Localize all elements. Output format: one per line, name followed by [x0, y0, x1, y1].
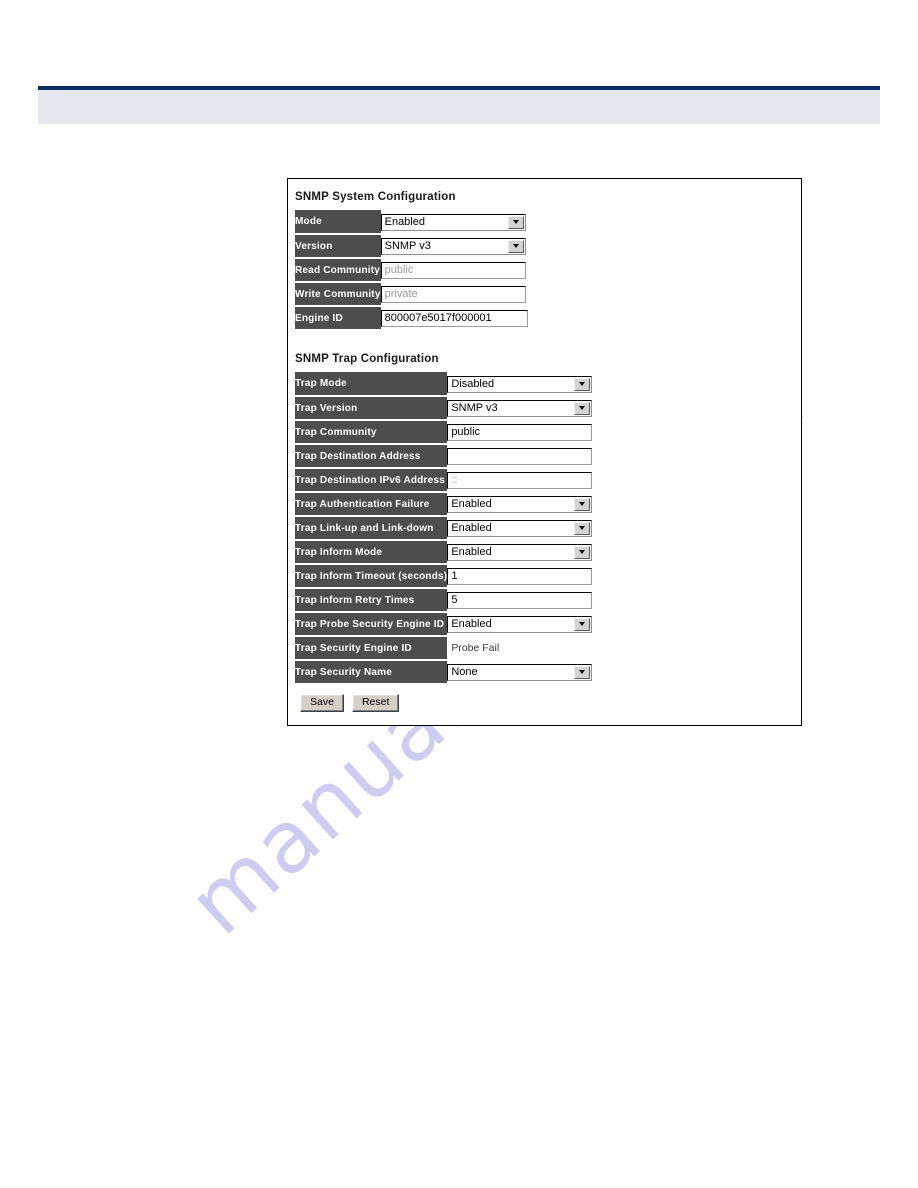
- config-row: Version SNMP v3: [295, 234, 528, 259]
- row-label-trap-destination-address: Trap Destination Address: [295, 444, 448, 469]
- row-label-trap-inform-timeout-seconds: Trap Inform Timeout (seconds): [295, 564, 448, 589]
- row-label-mode: Mode: [295, 210, 381, 235]
- row-field-cell: SNMP v3: [380, 234, 528, 258]
- config-row: Trap Inform Retry Times 5: [295, 588, 593, 613]
- config-row: Trap Probe Security Engine ID Enabled: [295, 612, 593, 637]
- input-trap-inform-retry-times[interactable]: 5: [447, 591, 593, 609]
- row-label-trap-link-up-and-link-down: Trap Link-up and Link-down: [295, 516, 448, 541]
- row-field-cell: public: [380, 258, 528, 282]
- config-row: Trap Authentication Failure Enabled: [295, 492, 593, 517]
- select-trap-version[interactable]: SNMP v3: [447, 399, 593, 417]
- chevron-down-icon[interactable]: [507, 239, 524, 253]
- chevron-down-icon[interactable]: [574, 617, 591, 631]
- row-field-cell: 5: [447, 588, 593, 612]
- input-read-community[interactable]: public: [380, 261, 526, 279]
- config-row: Read Community public: [295, 258, 528, 283]
- row-field-cell: Disabled: [447, 372, 593, 396]
- input-trap-destination-address[interactable]: [447, 447, 593, 465]
- row-field-cell: private: [380, 282, 528, 306]
- row-field-cell: ::: [447, 468, 593, 492]
- config-row: Trap Mode Disabled: [295, 372, 593, 397]
- row-label-trap-probe-security-engine-id: Trap Probe Security Engine ID: [295, 612, 448, 637]
- input-engine-id[interactable]: 800007e5017f000001: [380, 309, 528, 327]
- select-trap-link-up-and-link-down[interactable]: Enabled: [447, 519, 593, 537]
- select-value: Disabled: [451, 378, 495, 390]
- chevron-down-icon[interactable]: [574, 521, 591, 535]
- row-field-cell: Enabled: [380, 210, 528, 234]
- select-value: Enabled: [451, 522, 492, 534]
- row-label-trap-version: Trap Version: [295, 396, 448, 421]
- row-field-cell: Probe Fail: [447, 636, 592, 660]
- row-field-cell: Enabled: [447, 516, 593, 540]
- row-field-cell: 800007e5017f000001: [380, 306, 528, 330]
- row-field-cell: 1: [447, 564, 593, 588]
- config-row: Trap Inform Timeout (seconds) 1: [295, 564, 593, 589]
- config-row: Trap Community public: [295, 420, 593, 445]
- chevron-down-icon[interactable]: [574, 497, 591, 511]
- config-row: Trap Security Name None: [295, 660, 593, 685]
- select-value: Enabled: [384, 216, 425, 228]
- config-row: Write Community private: [295, 282, 528, 307]
- select-mode[interactable]: Enabled: [380, 213, 526, 231]
- chevron-down-icon[interactable]: [574, 665, 591, 679]
- select-trap-authentication-failure[interactable]: Enabled: [447, 495, 593, 513]
- select-value: Enabled: [451, 498, 492, 510]
- row-field-cell: SNMP v3: [447, 396, 593, 420]
- config-row: Trap Security Engine ID Probe Fail: [295, 636, 592, 661]
- select-version[interactable]: SNMP v3: [380, 237, 526, 255]
- snmp-system-configuration-title: SNMP System Configuration: [295, 191, 456, 203]
- select-value: SNMP v3: [384, 240, 431, 252]
- config-row: Trap Link-up and Link-down Enabled: [295, 516, 593, 541]
- select-trap-security-name[interactable]: None: [447, 663, 593, 681]
- select-trap-inform-mode[interactable]: Enabled: [447, 543, 593, 561]
- snmp-trap-configuration-title: SNMP Trap Configuration: [295, 353, 439, 365]
- reset-button[interactable]: Reset: [351, 694, 400, 712]
- snmp-configuration-screenshot: SNMP System Configuration Mode Enabled Ver…: [287, 178, 802, 726]
- input-trap-inform-timeout-seconds[interactable]: 1: [447, 567, 593, 585]
- row-label-trap-security-engine-id: Trap Security Engine ID: [295, 636, 448, 661]
- row-field-cell: [447, 444, 593, 468]
- row-field-cell: Enabled: [447, 492, 593, 516]
- row-label-trap-security-name: Trap Security Name: [295, 660, 448, 685]
- chevron-down-icon[interactable]: [574, 545, 591, 559]
- config-row: Engine ID 800007e5017f000001: [295, 306, 528, 331]
- input-trap-destination-ipv6-address[interactable]: ::: [447, 471, 593, 489]
- input-write-community[interactable]: private: [380, 285, 526, 303]
- config-row: Trap Destination IPv6 Address::: [295, 468, 593, 493]
- row-label-write-community: Write Community: [295, 282, 381, 307]
- snmp-system-configuration-table: Mode Enabled Version SNMP v3 Read Community p…: [295, 210, 528, 331]
- row-label-trap-community: Trap Community: [295, 420, 448, 445]
- select-value: SNMP v3: [451, 402, 498, 414]
- row-field-cell: Enabled: [447, 612, 593, 636]
- snmp-trap-configuration-table: Trap Mode Disabled Trap Version SNMP v3 Trap…: [295, 372, 593, 685]
- form-action-buttons: Save Reset: [295, 694, 801, 712]
- row-label-version: Version: [295, 234, 381, 259]
- row-field-cell: None: [447, 660, 593, 684]
- select-value: Enabled: [451, 546, 492, 558]
- chevron-down-icon[interactable]: [574, 377, 591, 391]
- config-row: Trap Inform Mode Enabled: [295, 540, 593, 565]
- row-label-read-community: Read Community: [295, 258, 381, 283]
- row-label-trap-mode: Trap Mode: [295, 372, 448, 397]
- select-trap-mode[interactable]: Disabled: [447, 375, 593, 393]
- page-header-banner: [38, 86, 880, 124]
- row-field-cell: public: [447, 420, 593, 444]
- config-row: Trap Version SNMP v3: [295, 396, 593, 421]
- select-value: Enabled: [451, 618, 492, 630]
- select-trap-probe-security-engine-id[interactable]: Enabled: [447, 615, 593, 633]
- value-trap-security-engine-id: Probe Fail: [451, 642, 500, 654]
- save-button[interactable]: Save: [300, 694, 344, 712]
- config-row: Mode Enabled: [295, 210, 528, 235]
- config-row: Trap Destination Address: [295, 444, 593, 469]
- row-label-engine-id: Engine ID: [295, 306, 381, 331]
- row-label-trap-destination-ipv6-address: Trap Destination IPv6 Address: [295, 468, 448, 493]
- row-label-trap-authentication-failure: Trap Authentication Failure: [295, 492, 448, 517]
- select-value: None: [451, 666, 478, 678]
- row-field-cell: Enabled: [447, 540, 593, 564]
- chevron-down-icon[interactable]: [574, 401, 591, 415]
- chevron-down-icon[interactable]: [507, 215, 524, 229]
- row-label-trap-inform-mode: Trap Inform Mode: [295, 540, 448, 565]
- input-trap-community[interactable]: public: [447, 423, 593, 441]
- row-label-trap-inform-retry-times: Trap Inform Retry Times: [295, 588, 448, 613]
